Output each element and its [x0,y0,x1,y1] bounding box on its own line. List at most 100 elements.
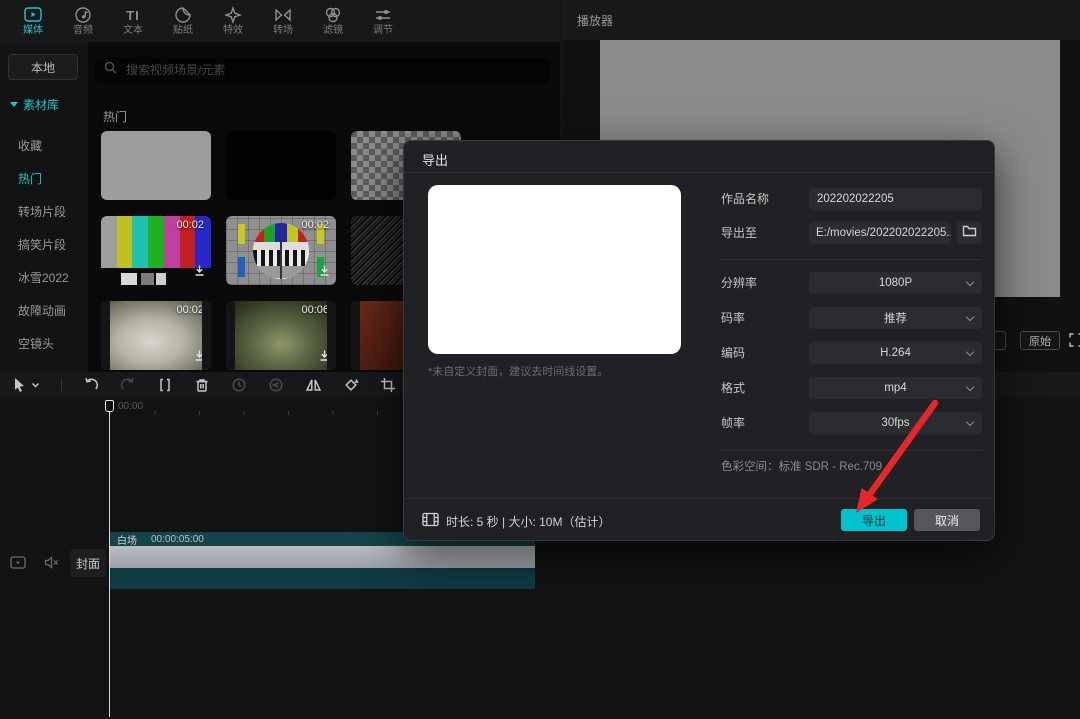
redo-button[interactable] [120,377,136,393]
sidebar-item-local[interactable]: 本地 [8,54,78,80]
search-icon [104,61,117,79]
audio-icon [73,6,93,24]
chevron-down-icon [966,418,974,426]
format-select[interactable]: mp4 [809,377,982,399]
sidebar-item-favorites[interactable]: 收藏 [18,137,84,155]
format-label: 格式 [721,377,745,399]
thumb-gray-clip[interactable] [101,131,211,200]
select-cursor-tool[interactable] [12,377,40,393]
clip-duration-badge: 00:06 [301,304,329,316]
codec-label: 编码 [721,342,745,364]
fps-select[interactable]: 30fps [809,412,982,434]
thumb-colorbars-clip[interactable]: 00:02 [101,216,211,285]
mirror-button[interactable] [305,377,322,393]
chevron-down-icon [966,348,974,356]
crop-button[interactable] [380,377,396,393]
download-icon[interactable] [193,264,206,282]
clip-duration: 00:00:05:00 [151,534,204,545]
track-preview-icon[interactable] [10,556,26,574]
tab-transition[interactable]: 转场 [258,0,308,42]
tab-text[interactable]: TI 文本 [108,0,158,42]
dialog-divider [404,172,994,173]
codec-select[interactable]: H.264 [809,342,982,364]
tab-adjust[interactable]: 调节 [358,0,408,42]
fullscreen-icon[interactable] [1068,332,1080,353]
thumb-film-clip-2[interactable]: 00:06 [226,301,336,370]
toolbar-divider [61,378,62,392]
download-icon[interactable] [318,264,331,282]
export-dialog: 导出 *未自定义封面，建议去时间线设置。 作品名称 导出至 E:/movies/… [403,140,995,541]
clip-duration-badge: 00:02 [176,304,204,316]
sidebar-item-glitch-animation[interactable]: 故障动画 [18,302,84,320]
clip-body [110,546,535,568]
sticker-icon [173,6,193,24]
delete-button[interactable] [194,377,210,393]
resolution-label: 分辨率 [721,272,757,294]
original-ratio-button[interactable]: 原始 [1020,331,1060,350]
effects-icon [223,6,243,24]
folder-icon [962,224,977,242]
sidebar-item-empty-shot[interactable]: 空镜头 [18,335,84,353]
resolution-select[interactable]: 1080P [809,272,982,294]
rotate-button[interactable] [343,377,359,393]
browse-folder-button[interactable] [957,222,982,244]
thumb-film-clip-1[interactable]: 00:02 [101,301,211,370]
sidebar-item-hot[interactable]: 热门 [18,170,84,188]
chevron-down-icon [966,278,974,286]
export-summary: 时长: 5 秒 | 大小: 10M（估计） [446,513,610,530]
freeze-frame-button[interactable] [231,377,247,393]
export-path-label: 导出至 [721,222,757,244]
download-icon[interactable] [318,349,331,367]
sidebar-item-funny-clips[interactable]: 搞笑片段 [18,236,84,254]
bitrate-select[interactable]: 推荐 [809,307,982,329]
clip-audio-strip [110,568,535,589]
work-name-input[interactable] [809,188,982,210]
text-icon: TI [126,6,140,24]
search-input[interactable] [124,62,541,78]
color-space-info: 色彩空间：标准 SDR - Rec.709 [721,458,882,474]
reverse-button[interactable] [268,377,284,393]
chevron-down-icon [966,313,974,321]
footer-divider [404,498,994,499]
tab-filter[interactable]: 滤镜 [308,0,358,42]
cover-button[interactable]: 封面 [70,549,106,577]
undo-button[interactable] [83,377,99,393]
thumb-testcard-clip[interactable]: 00:02 [226,216,336,285]
tab-text-label: 文本 [123,26,143,36]
clip-name: 白场 [117,532,137,547]
thumb-black-clip[interactable] [226,131,336,200]
cover-note: *未自定义封面，建议去时间线设置。 [428,363,608,379]
clip-duration-badge: 00:02 [301,219,329,231]
tab-effects-label: 特效 [223,26,243,36]
search-bar [95,57,550,83]
bitrate-label: 码率 [721,307,745,329]
media-icon [23,6,43,24]
split-button[interactable] [157,377,173,393]
settings-divider [721,259,982,260]
tab-media-label: 媒体 [23,26,43,36]
tab-adjust-label: 调节 [373,26,393,36]
tab-sticker[interactable]: 贴纸 [158,0,208,42]
mute-track-icon[interactable] [44,556,59,574]
cancel-button[interactable]: 取消 [914,509,980,531]
tab-filter-label: 滤镜 [323,26,343,36]
app-window: 媒体 音频 TI 文本 贴纸 特效 [0,0,1080,719]
sidebar-item-transition-clips[interactable]: 转场片段 [18,203,84,221]
tab-audio-label: 音频 [73,26,93,36]
tab-media[interactable]: 媒体 [8,0,58,42]
export-path-field[interactable]: E:/movies/202202022205... [809,222,951,244]
export-confirm-button[interactable]: 导出 [841,509,907,531]
transition-icon [273,6,293,24]
tab-effects[interactable]: 特效 [208,0,258,42]
export-preview [428,185,681,354]
tab-audio[interactable]: 音频 [58,0,108,42]
download-icon[interactable] [193,349,206,367]
filter-icon [323,6,343,24]
section-title-hot: 热门 [103,108,127,125]
sidebar-item-material-library[interactable]: 素材库 [10,96,59,113]
colorspace-divider [721,450,982,451]
chevron-down-icon [966,383,974,391]
sidebar-item-ice-snow-2022[interactable]: 冰雪2022 [18,269,84,287]
dialog-title: 导出 [422,150,448,169]
clip-duration-badge: 00:02 [176,219,204,231]
